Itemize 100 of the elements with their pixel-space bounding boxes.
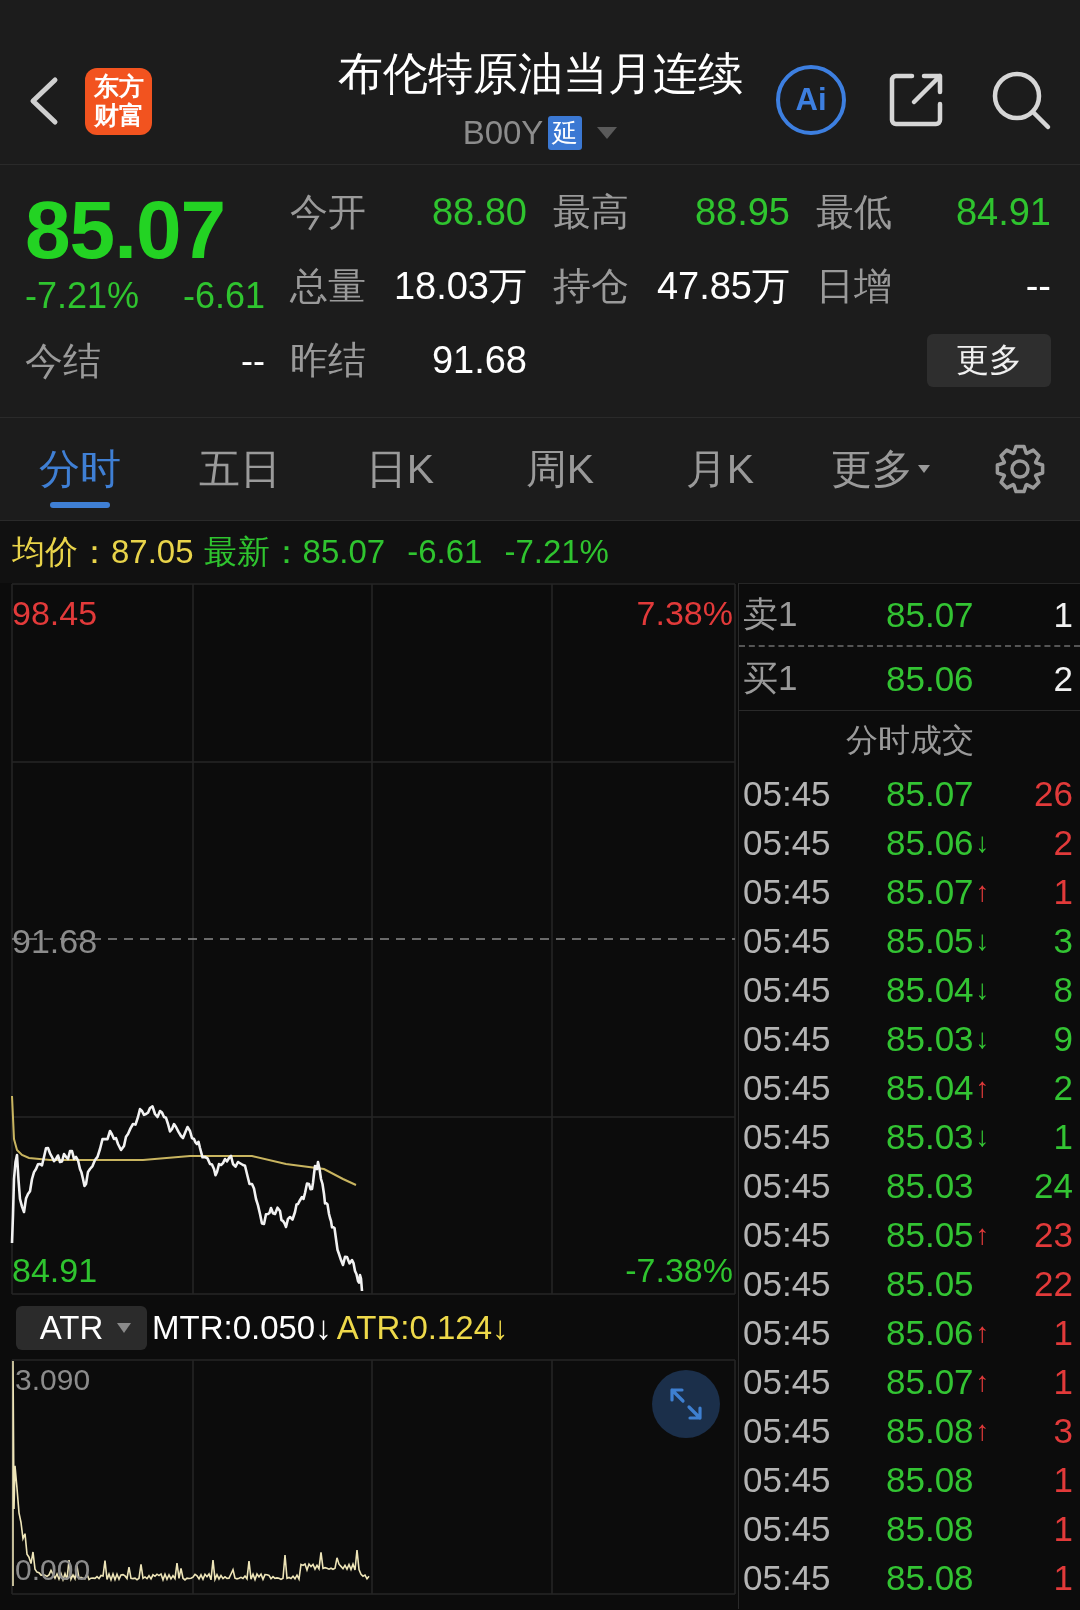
trade-volume: 1 (1052, 1459, 1073, 1500)
axis-low-percent: -7.38% (625, 1250, 733, 1290)
trade-volume: 1 (1052, 1557, 1073, 1598)
more-tab[interactable]: 更多 (800, 418, 960, 520)
stat-label: 昨结 (290, 338, 366, 383)
price-change-arrow: ↑ (975, 1316, 990, 1350)
trade-time: 05:45 (743, 1165, 832, 1206)
trade-time: 05:45 (743, 1263, 832, 1304)
trade-time: 05:45 (743, 1410, 832, 1451)
price-change-arrow: ↓ (975, 1120, 990, 1154)
stat-label: 最高 (553, 190, 629, 235)
order-price: 85.07 (886, 594, 975, 635)
trade-time: 05:45 (743, 1067, 832, 1108)
chart-tab[interactable]: 月K (640, 418, 800, 520)
price-change-arrow: ↑ (975, 1071, 990, 1105)
trade-price: 85.04 (886, 969, 974, 1010)
delay-badge: 延 (548, 116, 583, 150)
trade-price: 85.06 (886, 822, 974, 863)
trade-price: 85.08 (886, 1410, 974, 1451)
trade-volume: 1 (1052, 1312, 1073, 1353)
latest-change-percent: -7.21% (504, 533, 609, 571)
price-change-arrow: ↓ (975, 826, 990, 860)
trade-volume: 1 (1052, 1116, 1073, 1157)
order-volume: 2 (1052, 658, 1073, 699)
chart-tab[interactable]: 五日 (160, 418, 320, 520)
stat-label: 日增 (816, 264, 892, 309)
trade-time: 05:45 (743, 1361, 832, 1402)
axis-high-percent: 7.38% (636, 593, 733, 633)
trade-volume: 1 (1052, 1508, 1073, 1549)
trade-price: 85.03 (886, 1116, 974, 1157)
order-level-label: 买1 (743, 657, 799, 699)
indicator-value: MTR:0.050↓ (152, 1307, 332, 1348)
price-change-arrow: ↑ (975, 1218, 990, 1252)
trades-title: 分时成交 (844, 721, 975, 760)
stat-value: 47.85万 (656, 264, 790, 309)
instrument-code: B00Y (462, 113, 544, 153)
last-price: 85.07 (25, 188, 227, 272)
axis-low-price: 84.91 (12, 1250, 98, 1290)
chart-tab[interactable]: 日K (320, 418, 480, 520)
caret-icon (917, 465, 930, 473)
stat-value: 91.68 (431, 338, 527, 383)
stat-value: -- (241, 339, 265, 383)
stat-label: 最低 (816, 190, 892, 235)
instrument-title: 布伦特原油当月连续 (337, 47, 743, 101)
trade-volume: 1 (1052, 1361, 1073, 1402)
trade-price: 85.07 (886, 1361, 974, 1402)
price-change-arrow: ↑ (975, 1365, 990, 1399)
order-volume: 1 (1052, 594, 1073, 635)
price-change-arrow: ↑ (975, 875, 990, 909)
trade-time: 05:45 (743, 1312, 832, 1353)
settings-icon[interactable] (994, 443, 1046, 495)
trade-time: 05:45 (743, 1508, 832, 1549)
trade-price: 85.08 (886, 1508, 974, 1549)
price-change-arrow: ↓ (975, 1022, 990, 1056)
trade-time: 05:45 (743, 1459, 832, 1500)
trade-volume: 2 (1052, 1067, 1073, 1108)
trade-price: 85.08 (886, 1459, 974, 1500)
axis-high-price: 98.45 (12, 593, 98, 633)
chart-tab[interactable]: 分时 (0, 418, 160, 520)
latest-change: -6.61 (407, 533, 483, 571)
axis-max-value: 3.090 (15, 1362, 91, 1398)
ai-assistant-button[interactable]: Ai (776, 65, 846, 135)
trade-volume: 22 (1033, 1263, 1073, 1304)
more-button[interactable]: 更多 (927, 333, 1051, 387)
stat-label: 持仓 (553, 264, 629, 309)
trade-volume: 8 (1052, 969, 1073, 1010)
trade-time: 05:45 (743, 773, 832, 814)
trade-price: 85.03 (886, 1018, 974, 1059)
stat-label: 今开 (290, 190, 366, 235)
indicator-select[interactable]: ATR (16, 1305, 147, 1350)
trade-time: 05:45 (743, 920, 832, 961)
search-icon[interactable] (990, 69, 1052, 131)
trade-volume: 2 (1052, 822, 1073, 863)
trade-price: 85.08 (886, 1557, 974, 1598)
order-price: 85.06 (886, 658, 975, 699)
trade-volume: 23 (1033, 1214, 1073, 1255)
stat-label: 总量 (290, 264, 366, 309)
stat-value: 88.95 (694, 190, 790, 235)
trade-volume: 24 (1033, 1165, 1073, 1206)
latest-price: 85.07 (302, 533, 386, 571)
stat-value: 18.03万 (393, 264, 527, 309)
trade-volume: 26 (1033, 773, 1073, 814)
price-change-arrow: ↓ (975, 973, 990, 1007)
expand-icon (669, 1387, 703, 1421)
chart-tab[interactable]: 周K (480, 418, 640, 520)
trade-volume: 9 (1052, 1018, 1073, 1059)
trade-volume: 3 (1052, 1410, 1073, 1451)
stat-value: 84.91 (955, 190, 1051, 235)
stat-value: 88.80 (431, 190, 527, 235)
caret-icon[interactable] (597, 127, 618, 139)
trade-price: 85.04 (886, 1067, 974, 1108)
stat-label: 今结 (25, 339, 101, 384)
indicator-value: ATR:0.124↓ (336, 1307, 509, 1348)
axis-prev-close: 91.68 (12, 921, 98, 961)
trade-time: 05:45 (743, 1116, 832, 1157)
order-level-label: 卖1 (743, 593, 799, 635)
trade-volume: 1 (1052, 871, 1073, 912)
price-change-arrow: ↑ (975, 1414, 990, 1448)
change-amount: -6.61 (182, 274, 265, 318)
latest-price-label: 最新： (203, 531, 303, 572)
